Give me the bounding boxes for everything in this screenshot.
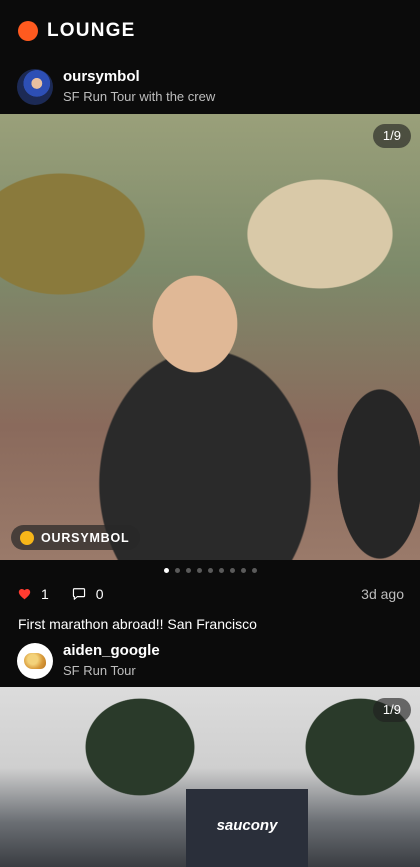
carousel-dot[interactable] xyxy=(240,568,246,573)
post-photo[interactable]: 1/9 OURSYMBOL xyxy=(0,114,420,560)
post-meta: oursymbol SF Run Tour with the crew xyxy=(63,68,215,106)
post-subtitle: SF Run Tour xyxy=(63,663,136,678)
like-button[interactable]: 1 xyxy=(18,586,49,602)
post-caption: First marathon abroad!! San Francisco xyxy=(18,616,257,632)
comment-icon xyxy=(72,588,85,600)
post-photo[interactable]: 1/9 saucony xyxy=(0,687,420,867)
top-bar: LOUNGE xyxy=(0,0,420,62)
post-timestamp: 3d ago xyxy=(361,586,404,602)
food-avatar-icon xyxy=(24,653,46,669)
photo-counter: 1/9 xyxy=(372,698,411,722)
carousel-dot[interactable] xyxy=(185,568,191,573)
carousel-dot[interactable] xyxy=(196,568,202,573)
carousel-indicator[interactable] xyxy=(0,568,420,576)
crew-tag-label: OURSYMBOL xyxy=(41,530,130,545)
carousel-dot[interactable] xyxy=(251,568,257,573)
comment-button[interactable]: 0 xyxy=(72,586,104,602)
comment-count: 0 xyxy=(95,586,104,602)
post-subtitle: SF Run Tour with the crew xyxy=(63,89,216,104)
heart-icon xyxy=(18,589,31,600)
avatar[interactable] xyxy=(17,69,53,105)
carousel-dot[interactable] xyxy=(174,568,180,573)
crew-tag[interactable]: OURSYMBOL xyxy=(11,525,141,550)
app-title: LOUNGE xyxy=(47,20,136,41)
carousel-dot[interactable] xyxy=(229,568,235,573)
post-header[interactable]: aiden_google SF Run Tour xyxy=(17,641,160,681)
yellow-circle-icon xyxy=(20,530,34,545)
photo-counter: 1/9 xyxy=(372,124,411,148)
brand-logo-dot xyxy=(18,21,38,41)
avatar[interactable] xyxy=(17,643,53,679)
carousel-dot[interactable] xyxy=(218,568,224,573)
post-author[interactable]: aiden_google xyxy=(63,642,160,660)
post-actions: 1 0 3d ago xyxy=(18,584,404,604)
carousel-dot[interactable] xyxy=(163,568,169,573)
carousel-dot[interactable] xyxy=(207,568,213,573)
post-header[interactable]: oursymbol SF Run Tour with the crew xyxy=(17,67,215,107)
saucony-banner: saucony xyxy=(186,789,308,867)
post-meta: aiden_google SF Run Tour xyxy=(63,642,160,680)
post-author[interactable]: oursymbol xyxy=(63,68,215,86)
like-count: 1 xyxy=(41,586,49,602)
